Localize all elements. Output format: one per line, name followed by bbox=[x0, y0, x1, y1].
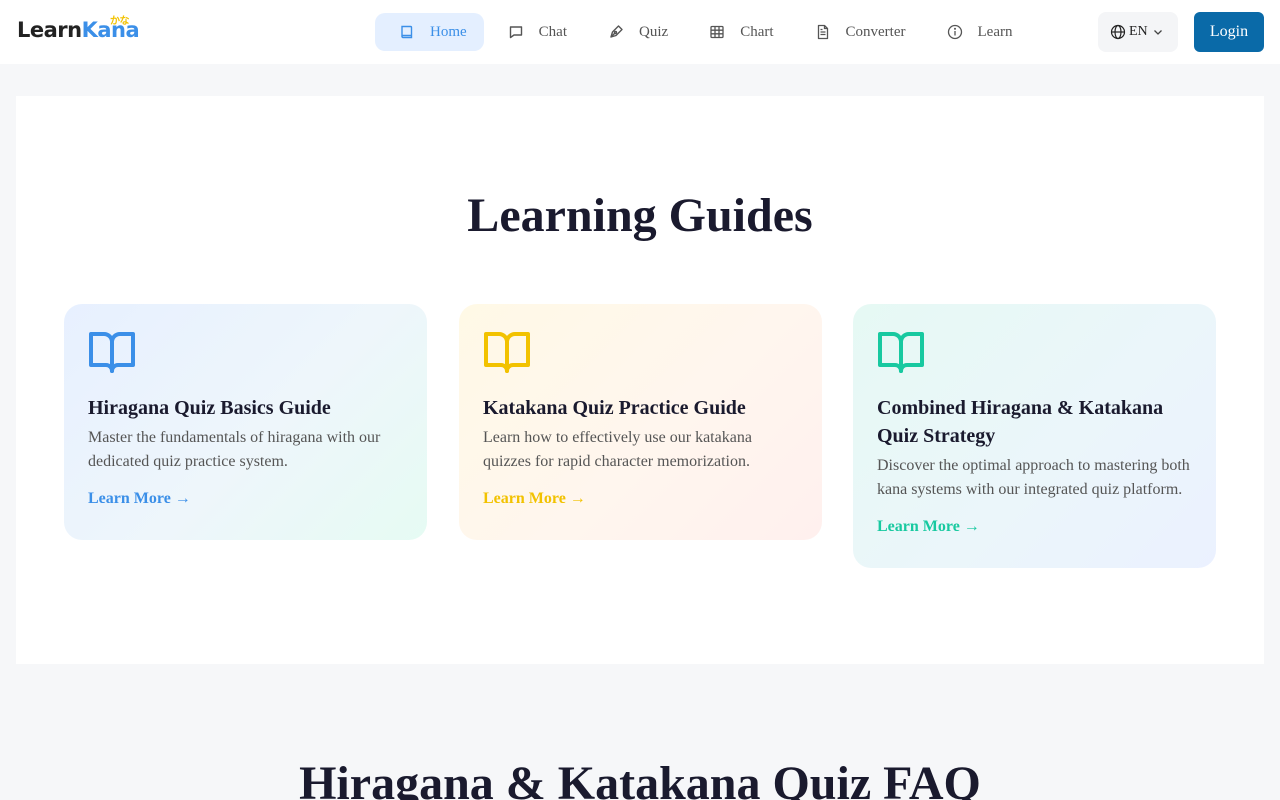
faq-title: Hiragana & Katakana Quiz FAQ bbox=[299, 757, 981, 800]
learn-more-link[interactable]: Learn More → bbox=[88, 490, 191, 507]
section-title: Learning Guides bbox=[467, 189, 813, 242]
guide-card-hiragana: Hiragana Quiz Basics Guide Master the fu… bbox=[64, 304, 427, 540]
main-nav: Home Chat Quiz Chart Converter Learn bbox=[375, 13, 1029, 51]
logo[interactable]: LearnKana かな bbox=[17, 16, 140, 42]
login-button[interactable]: Login bbox=[1194, 12, 1264, 52]
learn-more-link[interactable]: Learn More → bbox=[877, 518, 980, 535]
card-description: Learn how to effectively use our katakan… bbox=[483, 429, 752, 470]
open-book-icon bbox=[88, 330, 403, 374]
table-icon bbox=[709, 24, 725, 40]
card-title: Hiragana Quiz Basics Guide bbox=[88, 397, 331, 419]
info-icon bbox=[947, 24, 963, 40]
logo-superscript: かな bbox=[110, 16, 130, 27]
card-description: Master the fundamentals of hiragana with… bbox=[88, 429, 381, 470]
card-description: Discover the optimal approach to masteri… bbox=[877, 457, 1190, 498]
open-book-icon bbox=[877, 330, 1192, 374]
book-icon bbox=[399, 24, 415, 40]
guide-card-combined: Combined Hiragana & Katakana Quiz Strate… bbox=[853, 304, 1216, 568]
pen-icon bbox=[608, 24, 624, 40]
chevron-down-icon bbox=[1153, 27, 1166, 37]
nav-item-label: Chat bbox=[538, 23, 568, 40]
language-label: EN bbox=[1129, 24, 1148, 39]
globe-icon bbox=[1110, 24, 1129, 40]
guide-card-katakana: Katakana Quiz Practice Guide Learn how t… bbox=[459, 304, 822, 540]
open-book-icon bbox=[483, 330, 798, 374]
card-title: Katakana Quiz Practice Guide bbox=[483, 397, 746, 419]
learn-more-link[interactable]: Learn More → bbox=[483, 490, 586, 507]
nav-item-home[interactable]: Home bbox=[375, 13, 484, 51]
language-selector[interactable]: EN bbox=[1098, 12, 1178, 52]
nav-item-label: Converter bbox=[845, 23, 906, 40]
chat-icon bbox=[508, 24, 524, 40]
nav-item-chat[interactable]: Chat bbox=[484, 13, 584, 51]
nav-item-chart[interactable]: Chart bbox=[685, 13, 790, 51]
document-icon bbox=[815, 24, 831, 40]
logo-learn-text: Learn bbox=[17, 18, 82, 42]
nav-item-learn[interactable]: Learn bbox=[923, 13, 1030, 51]
nav-item-label: Chart bbox=[740, 23, 774, 40]
nav-item-quiz[interactable]: Quiz bbox=[584, 13, 685, 51]
card-title: Combined Hiragana & Katakana Quiz Strate… bbox=[877, 397, 1164, 447]
top-header: LearnKana かな Home Chat Quiz Chart Conver… bbox=[0, 0, 1280, 64]
nav-item-label: Quiz bbox=[639, 23, 669, 40]
nav-item-label: Learn bbox=[977, 23, 1013, 40]
faq-section: Hiragana & Katakana Quiz FAQ bbox=[16, 664, 1264, 800]
nav-item-label: Home bbox=[430, 23, 467, 40]
nav-item-converter[interactable]: Converter bbox=[791, 13, 923, 51]
learning-guides-section: Learning Guides Hiragana Quiz Basics Gui… bbox=[16, 96, 1264, 664]
